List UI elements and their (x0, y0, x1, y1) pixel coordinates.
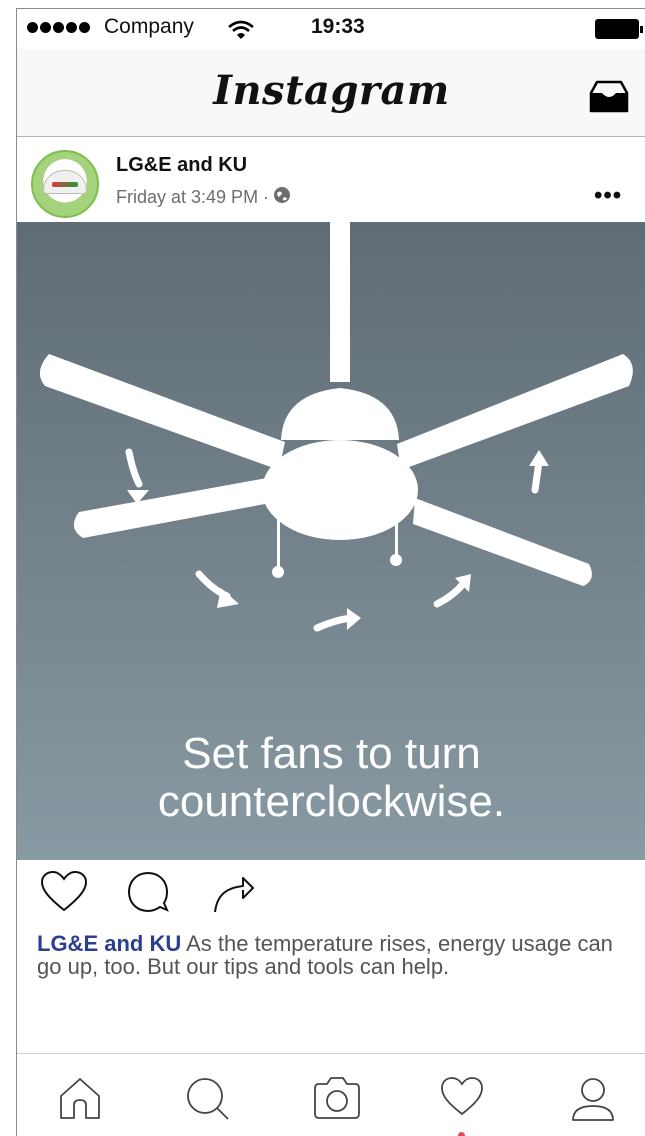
more-dots-icon[interactable]: ••• (594, 182, 622, 210)
notification-dot (458, 1132, 465, 1136)
battery-icon (595, 19, 643, 39)
image-headline: Set fans to turn counterclockwise. (157, 729, 506, 826)
profile-icon[interactable] (569, 1076, 617, 1127)
home-icon[interactable] (57, 1076, 103, 1125)
search-icon[interactable] (185, 1076, 231, 1127)
share-icon[interactable] (211, 870, 255, 919)
caption-author-link[interactable]: LG&E and KU (37, 931, 181, 956)
bottom-tab-bar (17, 1053, 645, 1136)
app-screen: Company 19:33 Instagram LG&E and KU Frid… (16, 8, 645, 1136)
signal-dots-icon (27, 22, 90, 33)
globe-icon (273, 186, 291, 209)
avatar[interactable] (31, 150, 99, 218)
status-time: 19:33 (311, 15, 365, 38)
inbox-icon[interactable] (587, 79, 631, 120)
top-nav-bar: Instagram (17, 49, 645, 137)
post-caption: LG&E and KU As the temperature rises, en… (37, 932, 635, 978)
post-header: LG&E and KU Friday at 3:49 PM · ••• (17, 138, 645, 222)
camera-icon[interactable] (311, 1076, 363, 1125)
wifi-icon (227, 19, 255, 46)
carrier-name: Company (104, 15, 194, 38)
activity-heart-icon[interactable] (439, 1076, 485, 1123)
status-bar: Company 19:33 (17, 9, 645, 49)
post-image: Set fans to turn counterclockwise. (17, 222, 645, 860)
post-meta: Friday at 3:49 PM · (116, 186, 291, 209)
post-actions (17, 860, 645, 926)
app-logo: Instagram (213, 67, 450, 114)
comment-icon[interactable] (125, 870, 171, 921)
like-heart-icon[interactable] (39, 870, 89, 919)
hardhat-logo (43, 170, 87, 194)
post-author[interactable]: LG&E and KU (116, 154, 247, 177)
post-timestamp: Friday at 3:49 PM · (116, 187, 270, 207)
